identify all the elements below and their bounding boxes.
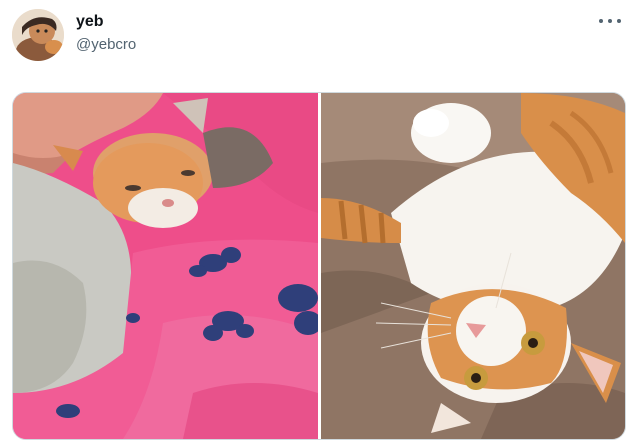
photo-kitten-on-blanket[interactable] — [13, 93, 318, 439]
user-handle[interactable]: @yebcro — [76, 36, 136, 53]
photo-cat-on-couch[interactable] — [321, 93, 625, 439]
cat-photo-image — [321, 93, 625, 439]
kitten-photo-image — [13, 93, 318, 439]
more-dot — [617, 19, 621, 23]
display-name[interactable]: yeb — [76, 13, 104, 31]
more-dot — [608, 19, 612, 23]
more-dot — [599, 19, 603, 23]
tweet-header: yeb @yebcro — [0, 0, 635, 70]
tweet-media-grid — [12, 92, 626, 440]
user-avatar[interactable] — [12, 9, 64, 61]
more-horizontal-icon[interactable] — [599, 14, 621, 28]
avatar-image — [12, 9, 64, 61]
